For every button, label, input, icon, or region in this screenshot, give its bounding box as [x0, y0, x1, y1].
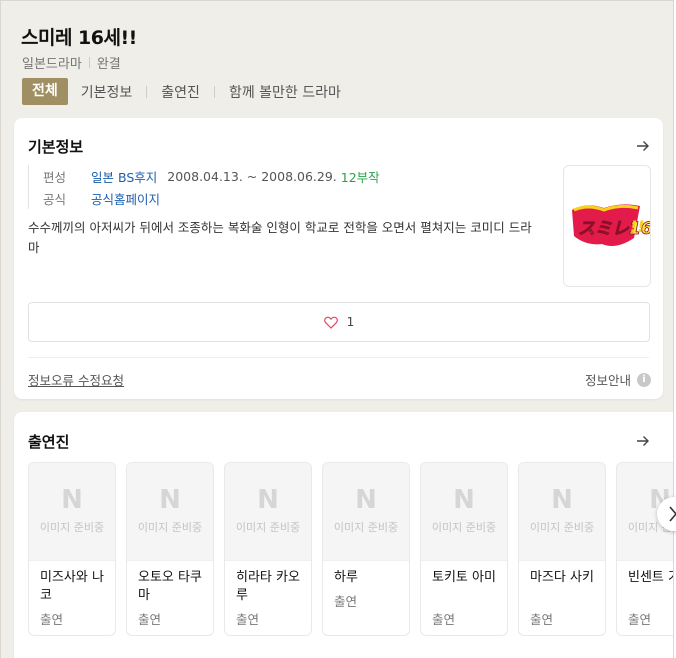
like-button[interactable]: 1: [28, 302, 650, 342]
cast-role: 출연: [236, 612, 260, 627]
basic-info-card: 기본정보 편성 일본 BS후지 2008.04.13. ~ 2008.06.29…: [14, 118, 663, 399]
cast-role: 출연: [628, 612, 652, 627]
broadcast-channel-link[interactable]: 일본 BS후지: [91, 167, 157, 186]
arrow-right-icon[interactable]: [635, 138, 651, 154]
cast-photo-placeholder: N 이미지 준비중: [421, 463, 507, 561]
no-image-text: 이미지 준비중: [431, 521, 497, 534]
drama-info-panel: 스미레 16세!! 일본드라마 완결 전체 기본정보 출연진 함께 볼만한 드라…: [0, 0, 674, 658]
arrow-right-icon[interactable]: [635, 433, 651, 449]
episodes-count: 12부작: [340, 169, 380, 185]
official-site-link[interactable]: 공식홈페이지: [91, 189, 160, 208]
tab-cast[interactable]: 출연진: [161, 82, 200, 102]
cast-item[interactable]: N 이미지 준비중 마즈다 사키 출연: [518, 462, 606, 636]
cast-role: 출연: [432, 612, 456, 627]
cast-photo-placeholder: N 이미지 준비중: [29, 463, 115, 561]
n-logo-icon: N: [257, 485, 279, 515]
cast-item[interactable]: N 이미지 준비중 빈센트 기리 출연: [616, 462, 673, 636]
basic-info-title: 기본정보: [28, 138, 84, 156]
n-logo-icon: N: [551, 485, 573, 515]
cast-photo-placeholder: N 이미지 준비중: [323, 463, 409, 561]
info-table: 편성 일본 BS후지 2008.04.13. ~ 2008.06.29. 12부…: [28, 165, 380, 209]
subtitle-info: 일본드라마 완결: [22, 53, 121, 72]
cast-name: 오토오 타쿠마: [138, 570, 202, 603]
official-key: 공식: [43, 191, 67, 207]
cast-name: 토키토 아미: [432, 570, 496, 585]
cast-title: 출연진: [28, 433, 70, 451]
chevron-right-icon: [669, 506, 676, 522]
cast-photo-placeholder: N 이미지 준비중: [519, 463, 605, 561]
cast-item[interactable]: N 이미지 준비중 오토오 타쿠마 출연: [126, 462, 214, 636]
cast-role: 출연: [138, 612, 162, 627]
tab-bar: 전체 기본정보 출연진 함께 볼만한 드라마: [22, 78, 341, 105]
tab-divider: [213, 85, 215, 98]
tab-divider: [146, 85, 148, 98]
genre-label: 일본드라마: [22, 57, 82, 72]
divider: [88, 57, 90, 68]
cast-role: 출연: [530, 612, 554, 627]
cast-item[interactable]: N 이미지 준비중 하루 출연: [322, 462, 410, 636]
cast-name: 히라타 카오루: [236, 570, 300, 603]
broadcast-key: 편성: [43, 169, 67, 185]
carousel-next-button[interactable]: [657, 497, 676, 531]
poster-logo: スミレ16 !!: [572, 204, 650, 246]
n-logo-icon: N: [159, 485, 181, 515]
tab-all[interactable]: 전체: [22, 78, 68, 105]
page-title: 스미레 16세!!: [21, 27, 137, 49]
no-image-text: 이미지 준비중: [137, 521, 203, 534]
status-label: 완결: [96, 57, 121, 72]
cast-name: 미즈사와 나코: [40, 570, 104, 603]
svg-text:!!: !!: [630, 217, 645, 236]
report-error-link[interactable]: 정보오류 수정요청: [28, 370, 124, 389]
divider: [28, 357, 649, 358]
info-icon: i: [637, 372, 651, 387]
cast-role: 출연: [40, 612, 64, 627]
cast-card: 출연진 N 이미지 준비중 미즈사와 나코 출연 N 이미지 준비중 오토오 타…: [14, 412, 673, 658]
no-image-text: 이미지 준비중: [235, 521, 301, 534]
broadcast-row: 편성 일본 BS후지 2008.04.13. ~ 2008.06.29. 12부…: [43, 165, 380, 187]
drama-description: 수수께끼의 아저씨가 뒤에서 조종하는 복화술 인형이 학교로 전학을 오면서 …: [28, 220, 532, 255]
tab-recommended[interactable]: 함께 볼만한 드라마: [229, 82, 341, 102]
cast-photo-placeholder: N 이미지 준비중: [127, 463, 213, 561]
n-logo-icon: N: [453, 485, 475, 515]
tab-basic-info[interactable]: 기본정보: [81, 82, 133, 102]
info-guide-label: 정보안내: [584, 373, 631, 388]
n-logo-icon: N: [61, 485, 83, 515]
cast-name: 빈센트 기리: [628, 570, 673, 585]
n-logo-icon: N: [355, 485, 377, 515]
poster-image[interactable]: スミレ16 !!: [563, 165, 651, 287]
no-image-text: 이미지 준비중: [39, 521, 105, 534]
no-image-text: 이미지 준비중: [333, 521, 399, 534]
official-row: 공식 공식홈페이지: [43, 187, 380, 209]
broadcast-period: 2008.04.13. ~ 2008.06.29.: [167, 168, 337, 184]
cast-list: N 이미지 준비중 미즈사와 나코 출연 N 이미지 준비중 오토오 타쿠마 출…: [28, 462, 673, 636]
no-image-text: 이미지 준비중: [529, 521, 595, 534]
info-guide[interactable]: 정보안내 i: [585, 370, 651, 389]
like-count: 1: [346, 315, 355, 329]
cast-item[interactable]: N 이미지 준비중 토키토 아미 출연: [420, 462, 508, 636]
heart-icon: [323, 316, 338, 329]
cast-name: 하루: [334, 570, 358, 585]
cast-name: 마즈다 사키: [530, 570, 594, 585]
cast-photo-placeholder: N 이미지 준비중: [225, 463, 311, 561]
cast-role: 출연: [334, 594, 358, 609]
cast-item[interactable]: N 이미지 준비중 히라타 카오루 출연: [224, 462, 312, 636]
cast-item[interactable]: N 이미지 준비중 미즈사와 나코 출연: [28, 462, 116, 636]
